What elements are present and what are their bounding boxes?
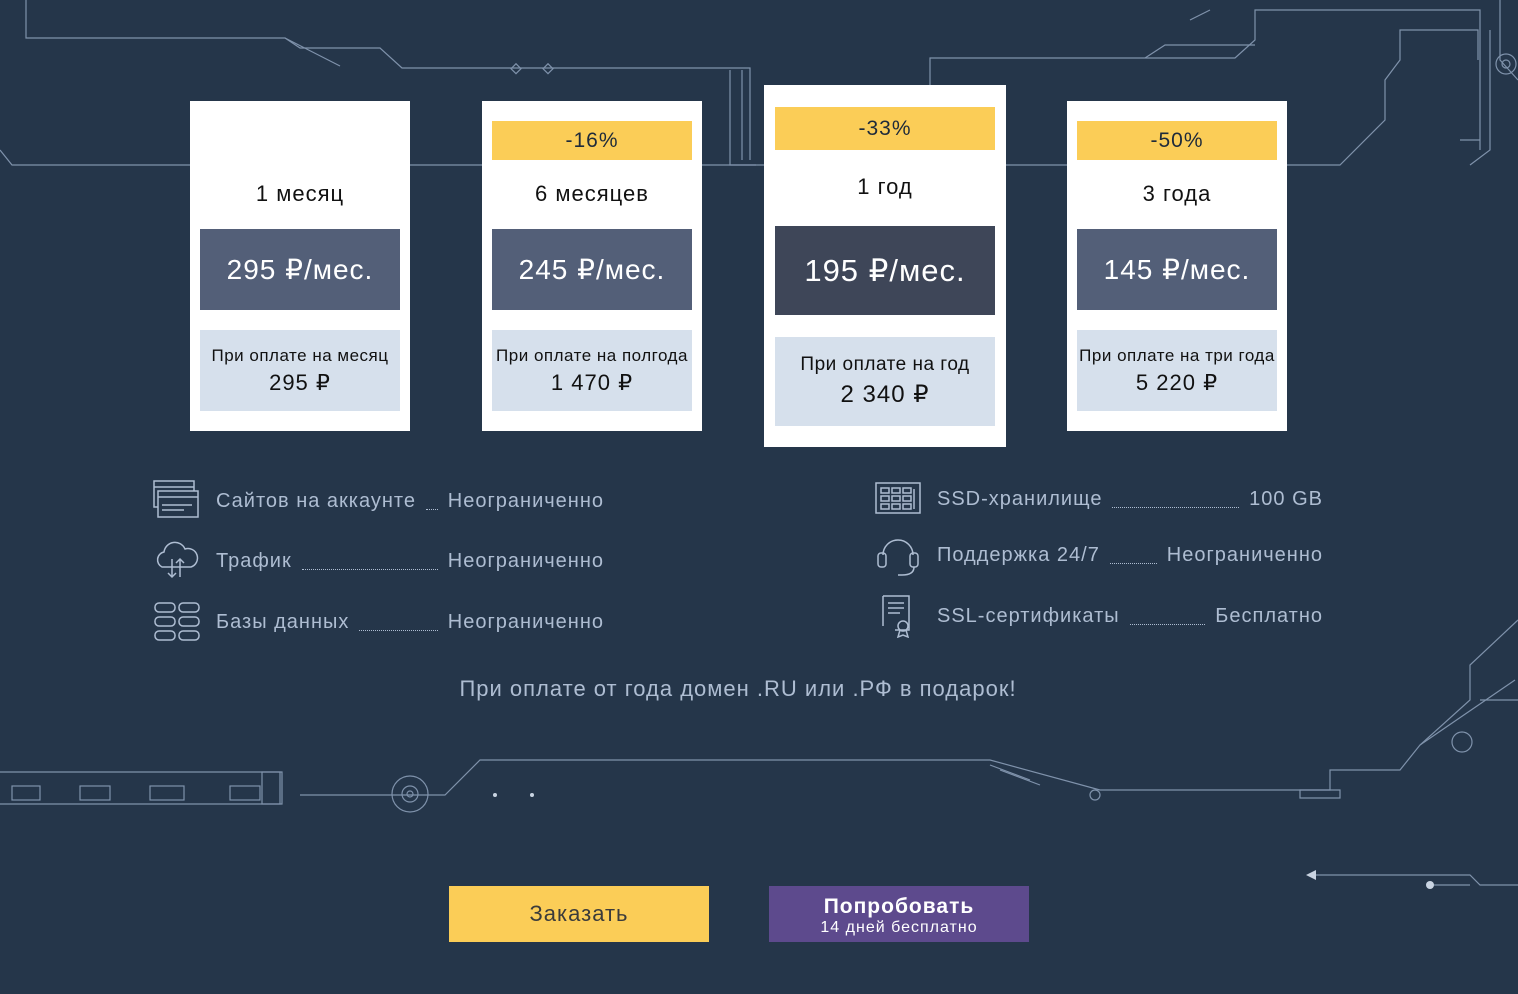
- dotted-leader: [1129, 608, 1206, 625]
- feature-value: Неограниченно: [447, 489, 604, 512]
- dotted-leader: [1109, 547, 1157, 564]
- plan-price: 145 ₽/мес.: [1077, 229, 1277, 310]
- feature-label: Базы данных: [216, 610, 350, 633]
- dotted-leader: [359, 614, 438, 631]
- plan-total-box: При оплате на полгода 1 470 ₽: [492, 330, 692, 411]
- feature-value: Неограниченно: [1166, 543, 1323, 566]
- feature-value: 100 GB: [1249, 487, 1323, 510]
- feature-label: SSD-хранилище: [937, 487, 1103, 510]
- promo-text: При оплате от года домен .RU или .РФ в п…: [459, 676, 1017, 701]
- feature-label: Трафик: [216, 549, 292, 572]
- try-button-sublabel: 14 дней бесплатно: [820, 918, 978, 936]
- feature-value: Неограниченно: [447, 610, 604, 633]
- plan-total-box: При оплате на месяц 295 ₽: [200, 330, 400, 411]
- discount-badge: -50%: [1077, 121, 1277, 160]
- feature-ssd: SSD-хранилище 100 GB: [873, 482, 1323, 514]
- plan-price: 245 ₽/мес.: [492, 229, 692, 310]
- dotted-leader: [301, 553, 438, 570]
- plan-pay-total: 2 340 ₽: [840, 381, 930, 408]
- plan-pay-label: При оплате на год: [800, 354, 970, 375]
- feature-label: SSL-сертификаты: [937, 604, 1120, 627]
- order-button[interactable]: Заказать: [449, 886, 709, 942]
- headset-icon: [877, 539, 919, 576]
- plan-card-3-years[interactable]: -50% 3 года 145 ₽/мес. При оплате на три…: [1067, 101, 1287, 431]
- plan-term: 6 месяцев: [535, 181, 649, 206]
- dotted-leader: [426, 493, 438, 510]
- try-button-label: Попробовать: [823, 894, 975, 918]
- plan-card-6-months[interactable]: -16% 6 месяцев 245 ₽/мес. При оплате на …: [482, 101, 702, 431]
- plan-card-1-year[interactable]: -33% 1 год 195 ₽/мес. При оплате на год …: [764, 85, 1006, 447]
- try-free-button[interactable]: Попробовать 14 дней бесплатно: [769, 886, 1029, 942]
- feature-websites: Сайтов на аккаунте Неограниченно: [152, 480, 604, 518]
- plan-pay-total: 295 ₽: [269, 370, 331, 395]
- plan-term: 1 месяц: [255, 181, 345, 206]
- cloud-traffic-icon: [156, 541, 199, 579]
- plan-pay-total: 5 220 ₽: [1135, 370, 1219, 395]
- plan-pay-label: При оплате на полгода: [496, 346, 688, 365]
- plan-pay-label: При оплате на месяц: [211, 346, 389, 365]
- certificate-icon: [882, 595, 910, 638]
- plan-pay-label: При оплате на три года: [1079, 346, 1275, 365]
- feature-label: Сайтов на аккаунте: [216, 489, 416, 512]
- discount-badge: -33%: [775, 107, 995, 150]
- plan-price: 195 ₽/мес.: [775, 226, 995, 315]
- websites-icon: [153, 480, 199, 518]
- feature-databases: Базы данных Неограниченно: [152, 602, 604, 641]
- feature-value: Неограниченно: [447, 549, 604, 572]
- plan-term: 3 года: [1142, 181, 1212, 206]
- plan-total-box: При оплате на год 2 340 ₽: [775, 337, 995, 426]
- dotted-leader: [1112, 491, 1240, 508]
- feature-label: Поддержка 24/7: [937, 543, 1100, 566]
- plan-price: 295 ₽/мес.: [200, 229, 400, 310]
- feature-support: Поддержка 24/7 Неограниченно: [873, 539, 1323, 576]
- plan-card-1-month[interactable]: 1 месяц 295 ₽/мес. При оплате на месяц 2…: [190, 101, 410, 431]
- plan-term: 1 год: [857, 174, 913, 199]
- ssd-icon: [875, 482, 921, 514]
- discount-badge: -16%: [492, 121, 692, 160]
- plan-pay-total: 1 470 ₽: [550, 370, 634, 395]
- feature-value: Бесплатно: [1215, 604, 1323, 627]
- feature-ssl: SSL-сертификаты Бесплатно: [873, 595, 1323, 638]
- database-icon: [154, 602, 200, 641]
- feature-traffic: Трафик Неограниченно: [152, 541, 604, 579]
- plan-total-box: При оплате на три года 5 220 ₽: [1077, 330, 1277, 411]
